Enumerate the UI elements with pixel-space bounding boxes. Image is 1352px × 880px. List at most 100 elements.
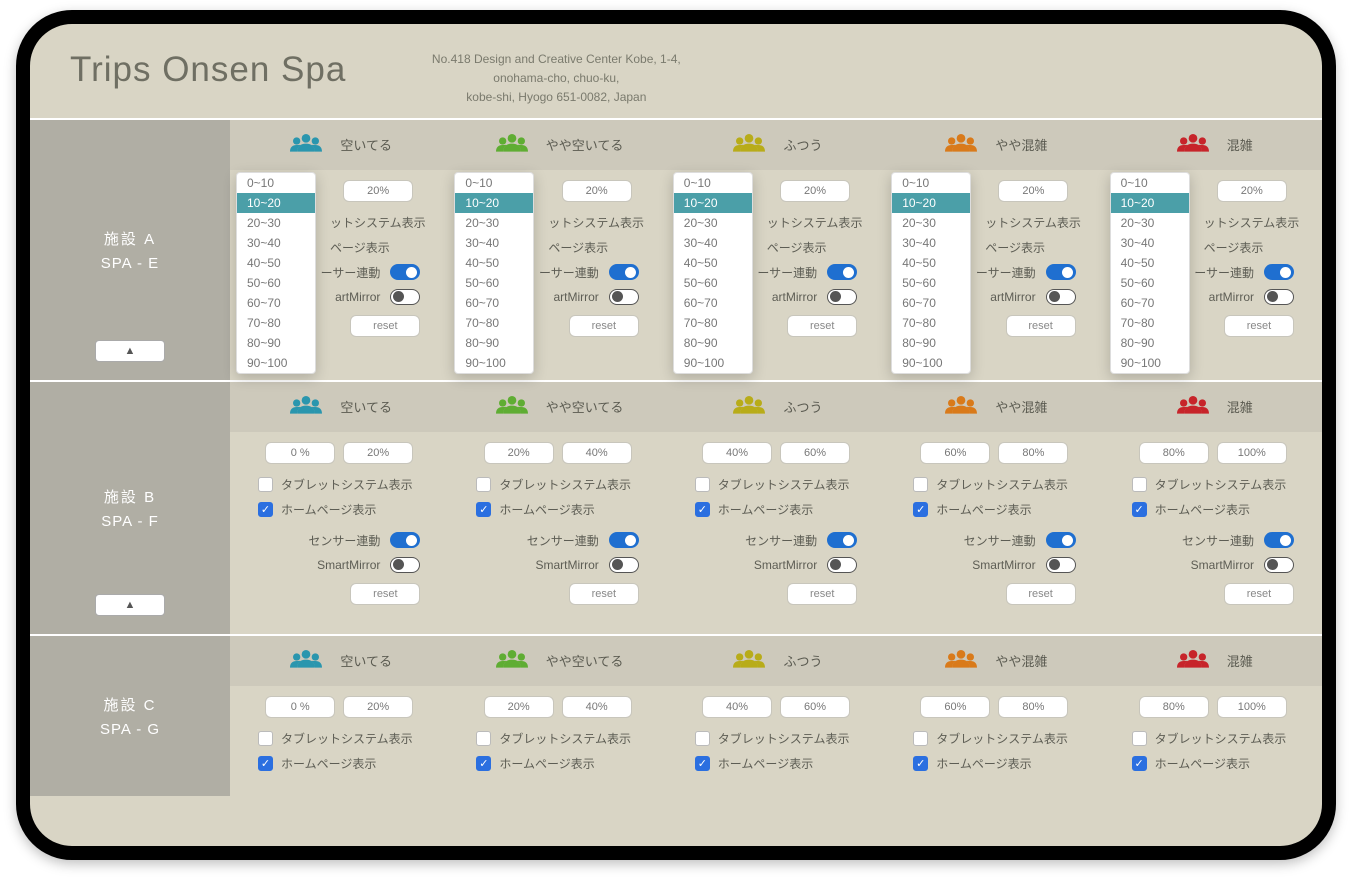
checkbox[interactable] bbox=[913, 477, 928, 492]
checkbox[interactable] bbox=[1132, 731, 1147, 746]
dropdown-option[interactable]: 40~50 bbox=[237, 253, 315, 273]
toggle[interactable] bbox=[1046, 557, 1076, 573]
percent-to-button[interactable]: 40% bbox=[562, 696, 632, 718]
dropdown-option[interactable]: 0~10 bbox=[237, 173, 315, 193]
checkbox[interactable]: ✓ bbox=[258, 502, 273, 517]
checkbox[interactable]: ✓ bbox=[1132, 756, 1147, 771]
dropdown-option[interactable]: 50~60 bbox=[892, 273, 970, 293]
percent-to-button[interactable]: 20% bbox=[998, 180, 1068, 202]
toggle[interactable] bbox=[390, 557, 420, 573]
toggle[interactable] bbox=[609, 557, 639, 573]
dropdown-option[interactable]: 70~80 bbox=[455, 313, 533, 333]
percent-to-button[interactable]: 20% bbox=[780, 180, 850, 202]
toggle[interactable] bbox=[827, 557, 857, 573]
dropdown-option[interactable]: 90~100 bbox=[455, 353, 533, 373]
dropdown-option[interactable]: 50~60 bbox=[455, 273, 533, 293]
dropdown-option[interactable]: 50~60 bbox=[674, 273, 752, 293]
dropdown-option[interactable]: 0~10 bbox=[674, 173, 752, 193]
dropdown-option[interactable]: 70~80 bbox=[674, 313, 752, 333]
dropdown-option[interactable]: 80~90 bbox=[892, 333, 970, 353]
checkbox[interactable]: ✓ bbox=[695, 756, 710, 771]
percent-to-button[interactable]: 40% bbox=[562, 442, 632, 464]
dropdown-option[interactable]: 20~30 bbox=[674, 213, 752, 233]
percent-from-button[interactable]: 0 % bbox=[265, 696, 335, 718]
dropdown-option[interactable]: 30~40 bbox=[674, 233, 752, 253]
dropdown-option[interactable]: 80~90 bbox=[674, 333, 752, 353]
dropdown-option[interactable]: 10~20 bbox=[674, 193, 752, 213]
reset-button[interactable]: reset bbox=[569, 583, 639, 605]
dropdown-option[interactable]: 60~70 bbox=[455, 293, 533, 313]
dropdown-option[interactable]: 80~90 bbox=[455, 333, 533, 353]
percent-to-button[interactable]: 20% bbox=[1217, 180, 1287, 202]
dropdown-option[interactable]: 20~30 bbox=[1111, 213, 1189, 233]
dropdown-option[interactable]: 30~40 bbox=[892, 233, 970, 253]
dropdown-option[interactable]: 60~70 bbox=[892, 293, 970, 313]
dropdown-option[interactable]: 70~80 bbox=[1111, 313, 1189, 333]
checkbox[interactable]: ✓ bbox=[1132, 502, 1147, 517]
dropdown-option[interactable]: 30~40 bbox=[455, 233, 533, 253]
dropdown-option[interactable]: 10~20 bbox=[892, 193, 970, 213]
checkbox[interactable] bbox=[476, 477, 491, 492]
reset-button[interactable]: reset bbox=[569, 315, 639, 337]
toggle[interactable] bbox=[1264, 264, 1294, 280]
dropdown-option[interactable]: 30~40 bbox=[237, 233, 315, 253]
percent-from-button[interactable]: 60% bbox=[920, 696, 990, 718]
reset-button[interactable]: reset bbox=[350, 583, 420, 605]
dropdown-option[interactable]: 70~80 bbox=[892, 313, 970, 333]
dropdown-option[interactable]: 10~20 bbox=[237, 193, 315, 213]
toggle[interactable] bbox=[390, 289, 420, 305]
dropdown-option[interactable]: 30~40 bbox=[1111, 233, 1189, 253]
checkbox[interactable] bbox=[695, 477, 710, 492]
percent-to-button[interactable]: 60% bbox=[780, 442, 850, 464]
dropdown-option[interactable]: 60~70 bbox=[237, 293, 315, 313]
toggle[interactable] bbox=[609, 289, 639, 305]
collapse-button[interactable]: ▲ bbox=[95, 340, 165, 362]
reset-button[interactable]: reset bbox=[350, 315, 420, 337]
dropdown-option[interactable]: 20~30 bbox=[892, 213, 970, 233]
collapse-button[interactable]: ▲ bbox=[95, 594, 165, 616]
percent-to-button[interactable]: 100% bbox=[1217, 442, 1287, 464]
toggle[interactable] bbox=[609, 532, 639, 548]
percent-from-button[interactable]: 20% bbox=[484, 696, 554, 718]
toggle[interactable] bbox=[390, 264, 420, 280]
toggle[interactable] bbox=[1046, 532, 1076, 548]
dropdown-option[interactable]: 20~30 bbox=[237, 213, 315, 233]
toggle[interactable] bbox=[390, 532, 420, 548]
dropdown-option[interactable]: 10~20 bbox=[1111, 193, 1189, 213]
percent-from-button[interactable]: 60% bbox=[920, 442, 990, 464]
checkbox[interactable]: ✓ bbox=[913, 502, 928, 517]
checkbox[interactable]: ✓ bbox=[476, 756, 491, 771]
range-dropdown[interactable]: 0~1010~2020~3030~4040~5050~6060~7070~808… bbox=[1110, 172, 1190, 374]
dropdown-option[interactable]: 40~50 bbox=[455, 253, 533, 273]
dropdown-option[interactable]: 80~90 bbox=[1111, 333, 1189, 353]
checkbox[interactable]: ✓ bbox=[258, 756, 273, 771]
toggle[interactable] bbox=[1046, 264, 1076, 280]
percent-to-button[interactable]: 60% bbox=[780, 696, 850, 718]
dropdown-option[interactable]: 70~80 bbox=[237, 313, 315, 333]
toggle[interactable] bbox=[827, 289, 857, 305]
dropdown-option[interactable]: 50~60 bbox=[237, 273, 315, 293]
dropdown-option[interactable]: 60~70 bbox=[674, 293, 752, 313]
range-dropdown[interactable]: 0~1010~2020~3030~4040~5050~6060~7070~808… bbox=[454, 172, 534, 374]
reset-button[interactable]: reset bbox=[1224, 583, 1294, 605]
percent-to-button[interactable]: 80% bbox=[998, 696, 1068, 718]
percent-from-button[interactable]: 40% bbox=[702, 696, 772, 718]
percent-to-button[interactable]: 20% bbox=[562, 180, 632, 202]
dropdown-option[interactable]: 90~100 bbox=[892, 353, 970, 373]
dropdown-option[interactable]: 0~10 bbox=[1111, 173, 1189, 193]
percent-from-button[interactable]: 40% bbox=[702, 442, 772, 464]
checkbox[interactable] bbox=[913, 731, 928, 746]
checkbox[interactable] bbox=[258, 731, 273, 746]
percent-from-button[interactable]: 80% bbox=[1139, 442, 1209, 464]
checkbox[interactable] bbox=[1132, 477, 1147, 492]
percent-to-button[interactable]: 20% bbox=[343, 442, 413, 464]
reset-button[interactable]: reset bbox=[787, 315, 857, 337]
dropdown-option[interactable]: 90~100 bbox=[1111, 353, 1189, 373]
checkbox[interactable] bbox=[695, 731, 710, 746]
reset-button[interactable]: reset bbox=[787, 583, 857, 605]
dropdown-option[interactable]: 40~50 bbox=[892, 253, 970, 273]
dropdown-option[interactable]: 40~50 bbox=[1111, 253, 1189, 273]
range-dropdown[interactable]: 0~1010~2020~3030~4040~5050~6060~7070~808… bbox=[673, 172, 753, 374]
checkbox[interactable]: ✓ bbox=[695, 502, 710, 517]
checkbox[interactable] bbox=[258, 477, 273, 492]
